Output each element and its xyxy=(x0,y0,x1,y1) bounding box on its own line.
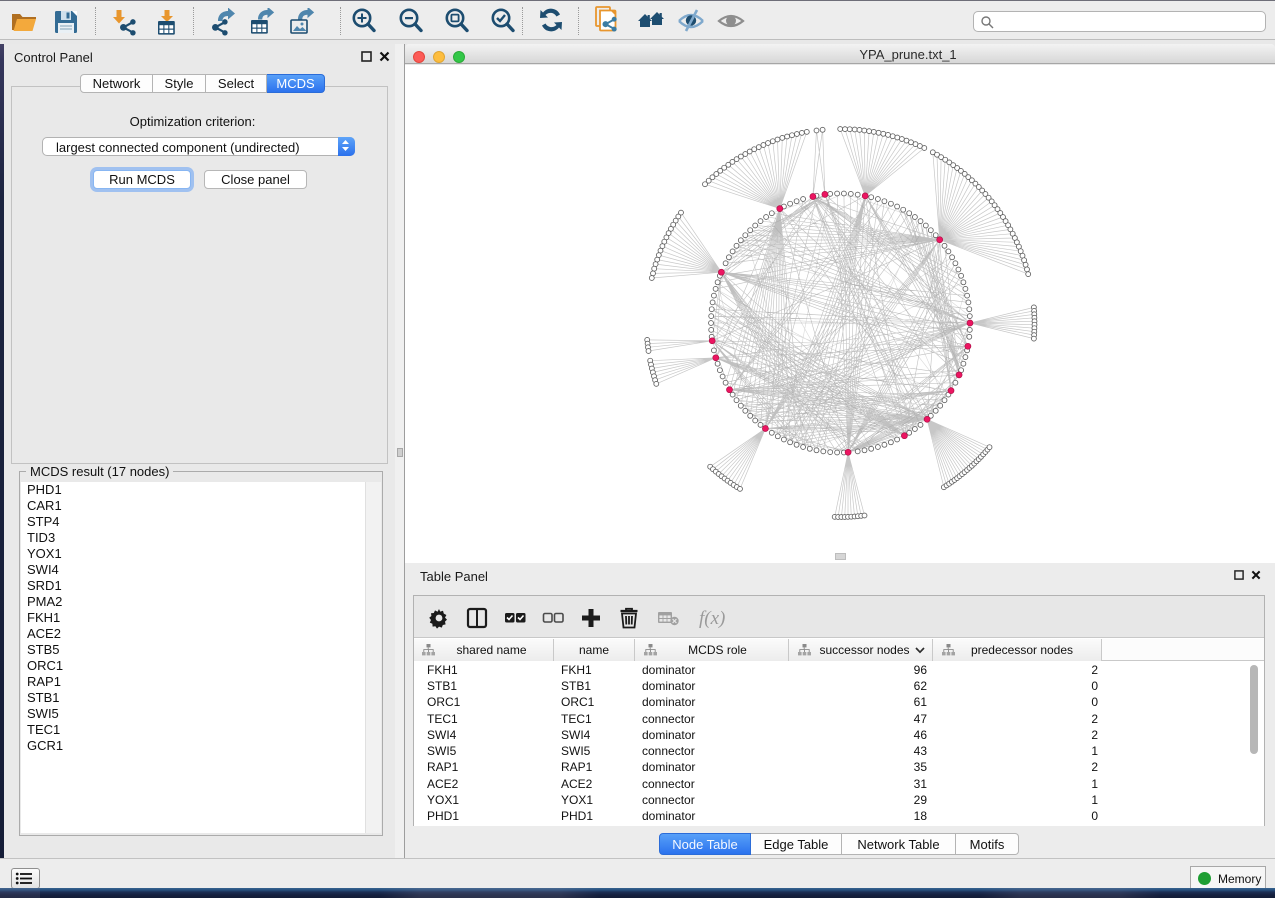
svg-text:f(x): f(x) xyxy=(699,608,725,629)
